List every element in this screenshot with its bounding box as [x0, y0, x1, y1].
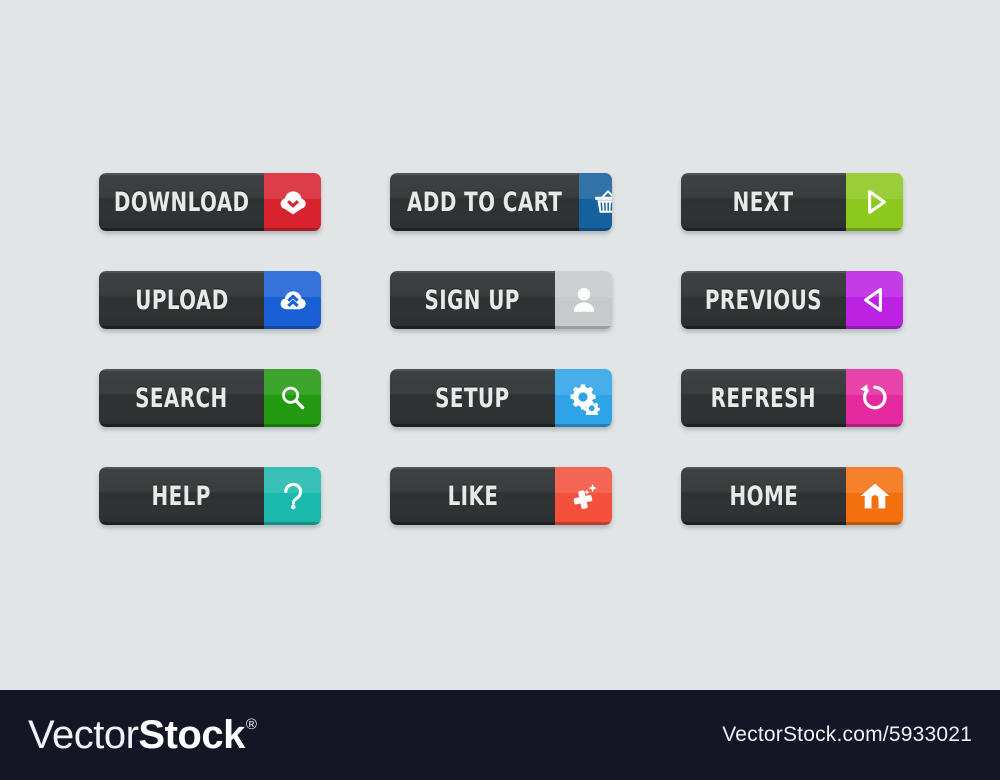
button-icon-panel[interactable]	[555, 369, 612, 427]
button-icon-panel[interactable]	[846, 369, 903, 427]
button-label-panel: HELP	[99, 467, 264, 525]
button-home[interactable]: HOME	[681, 467, 903, 525]
button-icon-panel[interactable]	[846, 173, 903, 231]
button-label-panel: NEXT	[681, 173, 846, 231]
button-label-panel: HOME	[681, 467, 846, 525]
button-upload[interactable]: UPLOAD	[99, 271, 321, 329]
button-icon-panel[interactable]	[264, 271, 321, 329]
user-person-icon	[567, 283, 601, 317]
button-add-to-cart[interactable]: ADD TO CART	[390, 173, 612, 231]
button-label: SETUP	[435, 382, 510, 414]
button-setup[interactable]: SETUP	[390, 369, 612, 427]
button-label: SIGN UP	[424, 284, 521, 316]
button-download[interactable]: DOWNLOAD	[99, 173, 321, 231]
button-label: NEXT	[733, 186, 794, 218]
button-label-panel: ADD TO CART	[390, 173, 580, 231]
logo-text-bold: Stock	[138, 713, 245, 757]
button-icon-panel[interactable]	[555, 271, 612, 329]
screenshot-canvas: DOWNLOAD UPLOAD SEARCH HELP ADD TO CART SIGN …	[0, 0, 1000, 780]
button-grid: DOWNLOAD UPLOAD SEARCH HELP ADD TO CART SIGN …	[0, 0, 1000, 690]
vectorstock-logo: Vector Stock ®	[28, 715, 257, 755]
button-icon-panel[interactable]	[264, 173, 321, 231]
button-label: SEARCH	[135, 382, 228, 414]
button-label: PREVIOUS	[704, 284, 823, 316]
button-label-panel: PREVIOUS	[681, 271, 846, 329]
play-left-arrow-icon	[858, 283, 892, 317]
button-search[interactable]: SEARCH	[99, 369, 321, 427]
button-icon-panel[interactable]	[264, 369, 321, 427]
refresh-circular-arrow-icon	[858, 381, 892, 415]
watermark-url: VectorStock.com/5933021	[722, 723, 972, 746]
button-label: HOME	[729, 480, 798, 512]
button-refresh[interactable]: REFRESH	[681, 369, 903, 427]
button-like[interactable]: LIKE	[390, 467, 612, 525]
button-icon-panel[interactable]	[846, 467, 903, 525]
button-icon-panel[interactable]	[579, 173, 612, 231]
button-label: REFRESH	[710, 382, 817, 414]
shopping-basket-icon	[591, 185, 612, 219]
button-label: HELP	[151, 480, 212, 512]
registered-trademark-icon: ®	[245, 716, 257, 733]
button-label: DOWNLOAD	[113, 186, 250, 218]
button-help[interactable]: HELP	[99, 467, 321, 525]
play-right-arrow-icon	[858, 185, 892, 219]
button-icon-panel[interactable]	[555, 467, 612, 525]
button-icon-panel[interactable]	[846, 271, 903, 329]
button-label-panel: SIGN UP	[390, 271, 555, 329]
button-label: UPLOAD	[134, 284, 229, 316]
button-sign-up[interactable]: SIGN UP	[390, 271, 612, 329]
plus-sparkle-icon	[567, 479, 601, 513]
button-label-panel: REFRESH	[681, 369, 846, 427]
button-previous[interactable]: PREVIOUS	[681, 271, 903, 329]
button-label: ADD TO CART	[407, 186, 563, 218]
button-label-panel: UPLOAD	[99, 271, 264, 329]
question-curve-icon	[276, 479, 310, 513]
button-label-panel: DOWNLOAD	[99, 173, 265, 231]
cloud-upload-icon	[276, 283, 310, 317]
button-label-panel: SETUP	[390, 369, 555, 427]
button-label: LIKE	[447, 480, 498, 512]
house-icon	[858, 479, 892, 513]
magnifier-icon	[276, 381, 310, 415]
button-label-panel: SEARCH	[99, 369, 264, 427]
button-icon-panel[interactable]	[264, 467, 321, 525]
button-label-panel: LIKE	[390, 467, 555, 525]
cloud-download-icon	[276, 185, 310, 219]
logo-text-light: Vector	[28, 713, 139, 757]
button-next[interactable]: NEXT	[681, 173, 903, 231]
watermark-footer-bar: Vector Stock ® VectorStock.com/5933021	[0, 690, 1000, 780]
gears-icon	[567, 381, 601, 415]
